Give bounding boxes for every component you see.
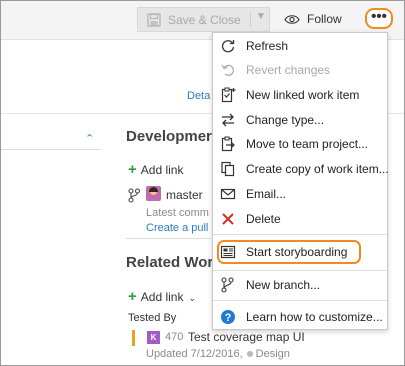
menu-item-delete[interactable]: Delete [213,208,387,230]
svg-text:?: ? [225,312,232,324]
left-section-divider [1,149,101,150]
plus-icon: + [128,288,137,305]
menu-item-label: New branch... [246,278,321,292]
work-item-title-link[interactable]: Test coverage map UI [188,330,305,344]
add-link-label: Add link [140,163,184,177]
add-link-label: Add link [140,290,184,304]
menu-item-label: Learn how to customize... [246,310,383,324]
latest-commit-text: Latest comm [146,207,209,219]
more-actions-menu: Refresh Revert changes New linked work i… [212,32,389,330]
menu-item-new-linked-work-item[interactable]: New linked work item [213,84,387,106]
menu-item-new-branch[interactable]: New branch... [213,274,387,296]
development-add-link-button[interactable]: + Add link [128,161,183,178]
copy-icon [221,161,235,177]
tab-details[interactable]: Deta [187,90,210,102]
menu-item-label: Create copy of work item... [246,162,389,176]
menu-item-label: Move to team project... [246,137,369,151]
avatar-hair [149,187,158,192]
save-icon [147,13,161,27]
undo-icon [221,64,234,76]
work-item-type-badge: K [147,331,160,344]
plus-icon: + [128,161,137,178]
menu-item-label: Change type... [246,113,325,127]
menu-item-create-copy[interactable]: Create copy of work item... [213,158,389,180]
tested-by-label: Tested By [128,312,177,324]
mail-icon [220,188,236,200]
delete-x-icon [222,213,234,225]
chevron-down-icon: ⌄ [188,293,197,303]
avatar [146,186,161,201]
menu-item-revert-changes[interactable]: Revert changes [213,59,387,81]
menu-separator [213,300,387,301]
menu-item-refresh[interactable]: Refresh [213,35,387,57]
create-pull-request-link[interactable]: Create a pull [146,222,208,234]
related-add-link-button[interactable]: + Add link ⌄ [128,288,196,305]
eye-icon [284,15,300,25]
storyboarding-highlight [217,240,361,264]
work-item-form: Save & Close ▼ Follow ••• Deta ⌃ Develop… [0,0,405,366]
save-and-close-button[interactable]: Save & Close ▼ [137,7,270,32]
chevron-up-icon[interactable]: ⌃ [85,132,94,145]
menu-item-label: New linked work item [246,88,360,102]
menu-separator [213,270,387,271]
branch-icon [128,188,140,203]
development-divider [126,238,211,239]
more-actions-button[interactable]: ••• [365,8,393,29]
follow-label: Follow [307,12,342,26]
work-item-type-stripe [132,330,135,346]
more-actions-label: ••• [371,8,387,25]
chevron-down-icon[interactable]: ▼ [256,11,266,22]
work-item-id: 470 [165,331,184,343]
menu-item-label: Refresh [246,39,289,53]
swap-arrows-icon [222,113,234,127]
clipboard-move-icon [221,136,235,152]
menu-item-label: Delete [246,212,281,226]
updated-text: Updated 7/12/2016, [146,348,243,360]
development-section-title: Developmer [126,128,212,145]
refresh-icon [221,40,235,53]
menu-item-email[interactable]: Email... [213,183,387,205]
menu-separator [213,234,387,235]
menu-item-change-type[interactable]: Change type... [213,109,387,131]
follow-button[interactable]: Follow [284,7,342,32]
related-work-section-title: Related Wor [126,254,214,271]
menu-item-learn-customize[interactable]: ? Learn how to customize... [213,306,387,328]
work-item-updated: Updated 7/12/2016, Design [146,348,290,360]
menu-item-label: Email... [246,187,287,201]
save-and-close-label: Save & Close [168,13,241,27]
state-text: Design [255,348,290,360]
menu-item-move-to-team-project[interactable]: Move to team project... [213,133,387,155]
clipboard-plus-icon [221,87,236,103]
menu-item-label: Revert changes [246,63,331,77]
split-divider [250,12,251,27]
state-dot [246,350,253,357]
help-icon: ? [221,310,235,324]
branch-icon [221,277,234,293]
branch-name-link[interactable]: master [166,188,203,202]
